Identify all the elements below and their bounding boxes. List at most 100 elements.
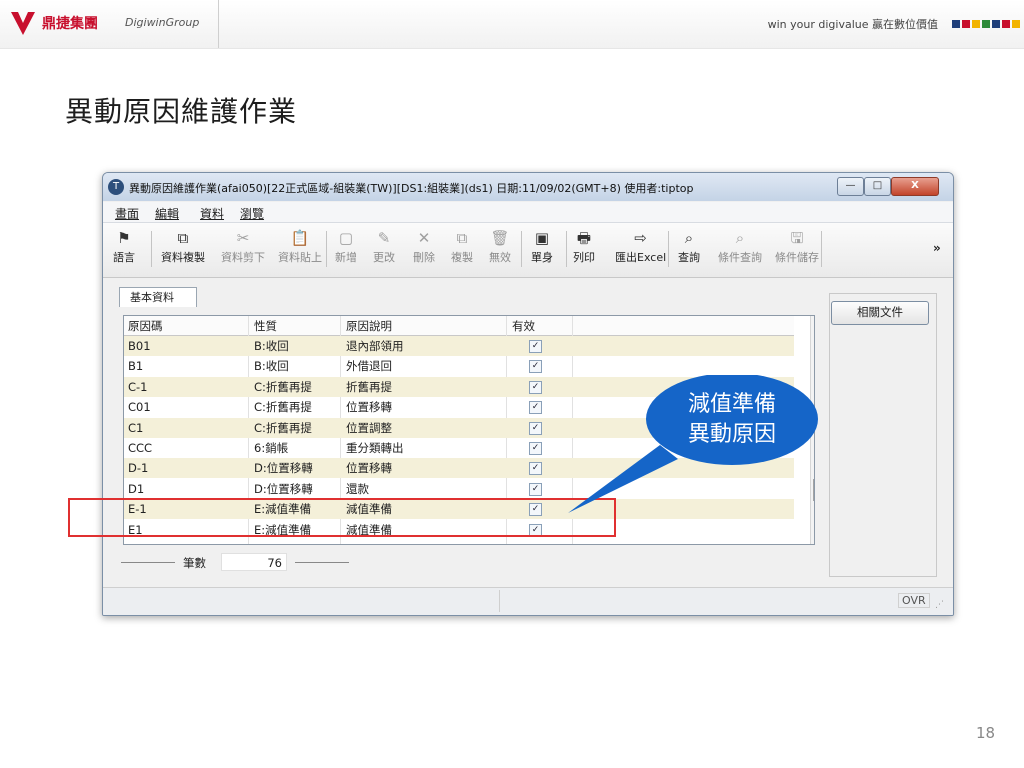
slide-number: 18	[976, 724, 996, 742]
export-excel-icon: ⇨	[634, 229, 647, 247]
slogan: win your digivalue 贏在數位價值	[767, 18, 938, 31]
toolbar-label: 刪除	[413, 251, 435, 264]
toolbar-button-10[interactable]: 🖶 列印	[573, 227, 595, 273]
toolbar: ⚑ 語言 ⧉ 資料複製 ✂ 資料剪下 📋 資料貼上 ▢ 新增 ✎ 更改 ✕ 刪除 ⧉ 複製 🗑 無效 ▣ 單身 🖶 列印 ⇨…	[103, 223, 953, 278]
highlight-box	[68, 498, 616, 537]
new-document-icon: ▢	[338, 229, 354, 247]
color-block	[1012, 20, 1020, 28]
valid-checkbox[interactable]: ✓	[529, 340, 542, 353]
color-block	[972, 20, 980, 28]
toolbar-button-6[interactable]: ✕ 刪除	[413, 227, 435, 273]
cell-reason-code: C-1	[128, 379, 148, 394]
cell-reason-code: D1	[128, 481, 145, 496]
cell-reason-code: CCC	[128, 441, 153, 455]
toolbar-separator	[151, 231, 152, 267]
toolbar-button-12[interactable]: ⌕ 查詢	[678, 227, 700, 273]
delete-x-icon: ✕	[417, 229, 431, 247]
tab-basic-data[interactable]: 基本資料	[119, 287, 197, 307]
valid-checkbox[interactable]: ✓	[529, 401, 542, 415]
valid-checkbox[interactable]: ✓	[529, 462, 542, 476]
cell-reason-code: B01	[128, 339, 151, 353]
toolbar-label: 匯出Excel	[615, 251, 667, 264]
table-row[interactable]: B01 B:收回 退內部領用 ✓	[124, 336, 794, 356]
menu-bar: 畫面 編輯 資料 瀏覽	[103, 202, 953, 223]
callout-line-2: 異動原因	[687, 422, 776, 447]
toolbar-separator	[326, 231, 327, 267]
color-block	[992, 20, 1000, 28]
toolbar-button-8[interactable]: 🗑 無效	[489, 227, 511, 273]
color-block	[952, 20, 960, 28]
column-header-description[interactable]: 原因說明	[346, 318, 392, 334]
toolbar-label: 複製	[451, 251, 473, 264]
column-header-valid[interactable]: 有效	[512, 318, 535, 334]
slide-title: 異動原因維護作業	[65, 95, 298, 128]
toolbar-button-13[interactable]: ⌕ 條件查詢	[718, 227, 762, 273]
cell-description: 外借退回	[346, 359, 392, 374]
record-count-value: 76	[221, 553, 287, 571]
cell-description: 退內部領用	[346, 339, 404, 353]
valid-checkbox[interactable]: ✓	[529, 421, 542, 435]
cell-reason-code: B1	[128, 359, 144, 374]
cell-reason-code: D-1	[128, 461, 149, 476]
toolbar-label: 新增	[335, 251, 357, 264]
menu-edit[interactable]: 編輯	[155, 205, 179, 222]
cell-description: 還款	[346, 481, 369, 496]
minimize-button[interactable]: —	[837, 177, 864, 196]
valid-checkbox[interactable]: ✓	[529, 380, 542, 394]
save-condition-icon: 🖫	[790, 229, 804, 247]
toolbar-label: 資料複製	[161, 251, 205, 264]
menu-browse[interactable]: 瀏覽	[240, 205, 264, 222]
menu-view[interactable]: 畫面	[115, 205, 139, 222]
toolbar-label: 語言	[113, 251, 135, 264]
toolbar-button-3[interactable]: 📋 資料貼上	[278, 227, 322, 273]
cell-type: B:收回	[254, 359, 289, 374]
toolbar-button-0[interactable]: ⚑ 語言	[113, 227, 135, 273]
valid-checkbox[interactable]: ✓	[529, 442, 542, 455]
digiwin-logo-icon	[11, 12, 35, 35]
side-panel	[829, 293, 937, 577]
toolbar-button-4[interactable]: ▢ 新增	[335, 227, 357, 273]
status-bar: OVR ⋰	[103, 587, 953, 615]
maximize-button[interactable]: □	[864, 177, 891, 196]
copy-data-icon: ⧉	[177, 229, 189, 247]
toolbar-button-1[interactable]: ⧉ 資料複製	[161, 227, 205, 273]
color-block	[962, 20, 970, 28]
brand-name: 鼎捷集團	[42, 16, 98, 32]
toolbar-label: 列印	[573, 251, 595, 264]
column-header-type[interactable]: 性質	[254, 318, 277, 334]
paste-icon: 📋	[290, 229, 310, 247]
toolbar-label: 查詢	[678, 251, 700, 264]
toolbar-separator	[566, 231, 567, 267]
valid-checkbox[interactable]: ✓	[529, 360, 542, 374]
resize-grip-icon[interactable]: ⋰	[935, 600, 944, 610]
toolbar-button-7[interactable]: ⧉ 複製	[451, 227, 473, 273]
toolbar-button-9[interactable]: ▣ 單身	[531, 227, 553, 273]
title-bar[interactable]: T 異動原因維護作業(afai050)[22正式區域-組裝業(TW)][DS1:…	[103, 173, 953, 201]
toolbar-overflow-icon[interactable]: »	[933, 241, 941, 255]
cell-description: 位置調整	[346, 420, 392, 435]
brand-name-english: DigiwinGroup	[125, 16, 200, 29]
toolbar-separator	[821, 231, 822, 267]
overwrite-mode-indicator: OVR	[898, 593, 930, 608]
toolbar-button-5[interactable]: ✎ 更改	[373, 227, 395, 273]
toolbar-label: 無效	[489, 251, 511, 264]
toolbar-button-14[interactable]: 🖫 條件儲存	[775, 227, 819, 273]
toolbar-button-11[interactable]: ⇨ 匯出Excel	[615, 227, 666, 273]
cell-type: C:折舊再提	[254, 379, 312, 394]
menu-data[interactable]: 資料	[200, 205, 224, 222]
printer-icon: 🖶	[576, 229, 592, 247]
color-block	[982, 20, 990, 28]
toolbar-separator	[668, 231, 669, 267]
trash-icon: 🗑	[490, 229, 510, 247]
close-button[interactable]: X	[891, 177, 939, 196]
toolbar-label: 條件儲存	[775, 251, 819, 264]
cell-description: 位置移轉	[346, 400, 392, 415]
related-documents-button[interactable]: 相關文件	[831, 301, 929, 325]
color-block	[1002, 20, 1010, 28]
conditional-query-icon: ⌕	[735, 229, 745, 247]
valid-checkbox[interactable]: ✓	[529, 482, 542, 496]
toolbar-button-2[interactable]: ✂ 資料剪下	[221, 227, 265, 273]
pencil-icon: ✎	[377, 229, 391, 247]
column-header-reason-code[interactable]: 原因碼	[128, 318, 163, 334]
table-row[interactable]: B1 B:收回 外借退回 ✓	[124, 356, 794, 376]
